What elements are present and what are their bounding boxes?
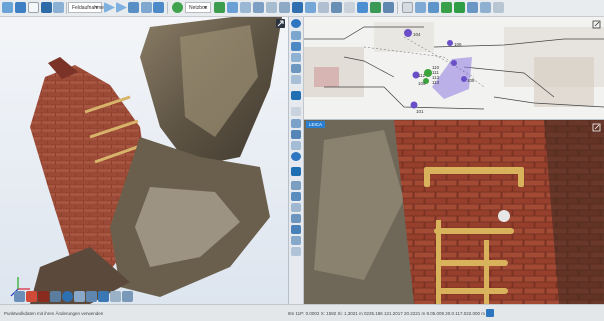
green-box-icon[interactable] bbox=[441, 2, 452, 13]
rotate-icon[interactable] bbox=[291, 42, 301, 51]
zoom-icon[interactable] bbox=[141, 2, 152, 13]
3d-point-cloud-render bbox=[10, 17, 282, 304]
settings-icon[interactable] bbox=[493, 2, 504, 13]
view-select[interactable]: Netzbox ▼ bbox=[185, 2, 211, 13]
cube-icon[interactable] bbox=[153, 2, 164, 13]
status-icon[interactable] bbox=[486, 309, 494, 317]
camera-icon[interactable] bbox=[357, 2, 368, 13]
fit-icon[interactable] bbox=[291, 75, 301, 84]
grid-toggle-icon[interactable] bbox=[74, 291, 85, 302]
green-tool-icon[interactable] bbox=[214, 2, 225, 13]
edit-icon[interactable] bbox=[291, 225, 301, 234]
active-tool-icon[interactable] bbox=[291, 91, 301, 100]
ruler-icon[interactable] bbox=[291, 247, 301, 256]
orbit-icon[interactable] bbox=[291, 152, 301, 161]
print-icon[interactable] bbox=[53, 2, 64, 13]
select-icon[interactable] bbox=[292, 2, 303, 13]
intensity-icon[interactable] bbox=[38, 291, 49, 302]
tree-icon[interactable] bbox=[370, 2, 381, 13]
home-view-icon[interactable] bbox=[122, 291, 133, 302]
map-label: 106 bbox=[454, 42, 462, 47]
zoom-out-icon[interactable] bbox=[291, 64, 301, 73]
compare-icon[interactable] bbox=[480, 2, 491, 13]
panorama-render bbox=[304, 120, 604, 304]
pin-icon[interactable] bbox=[291, 236, 301, 245]
vertical-tool-column bbox=[289, 17, 304, 304]
maximize-icon[interactable] bbox=[276, 19, 285, 28]
target-icon[interactable] bbox=[291, 181, 301, 190]
compass-icon[interactable] bbox=[98, 291, 109, 302]
grid-icon[interactable] bbox=[318, 2, 329, 13]
3d-point-cloud-view[interactable] bbox=[0, 17, 289, 304]
pan-icon[interactable] bbox=[291, 31, 301, 40]
globe-tool-icon[interactable] bbox=[291, 19, 301, 28]
floor-plan-view[interactable]: 104 106 110 111 112 113 113 105 108 101 bbox=[304, 17, 604, 120]
export-icon[interactable] bbox=[428, 2, 439, 13]
green-cube-icon[interactable] bbox=[454, 2, 465, 13]
polyline-icon[interactable] bbox=[253, 2, 264, 13]
new-file-icon[interactable] bbox=[2, 2, 13, 13]
cylinder-icon[interactable] bbox=[291, 214, 301, 223]
arrow-icon[interactable] bbox=[279, 2, 290, 13]
line-icon[interactable] bbox=[240, 2, 251, 13]
perspective-icon[interactable] bbox=[14, 291, 25, 302]
table-icon[interactable] bbox=[402, 2, 413, 13]
page-icon[interactable] bbox=[28, 2, 39, 13]
status-bar: Punktwolkdaten mit ihren Änderungen verw… bbox=[0, 304, 604, 321]
globe-icon[interactable] bbox=[172, 2, 183, 13]
view-tab-label[interactable]: LEICA bbox=[306, 121, 326, 128]
measure-tool-icon[interactable] bbox=[291, 119, 301, 128]
section-icon[interactable] bbox=[291, 130, 301, 139]
scan-panorama-view[interactable]: LEICA bbox=[304, 120, 604, 304]
play-icon[interactable] bbox=[104, 2, 115, 13]
save-view-icon[interactable] bbox=[331, 2, 342, 13]
sphere-icon[interactable] bbox=[62, 291, 73, 302]
layers-icon[interactable] bbox=[415, 2, 426, 13]
zoom-in-icon[interactable] bbox=[291, 53, 301, 62]
map-label: 104 bbox=[413, 32, 421, 37]
chevron-down-icon: ▼ bbox=[94, 5, 99, 11]
save-icon[interactable] bbox=[41, 2, 52, 13]
view-mode-toolbar bbox=[14, 291, 134, 302]
layer-select[interactable]: Feldaufnahme ▼ bbox=[68, 2, 104, 13]
map-label: 108 bbox=[467, 78, 475, 83]
plane-icon[interactable] bbox=[291, 203, 301, 212]
status-message: Punktwolkdaten mit ihren Änderungen verw… bbox=[4, 311, 104, 316]
angle-icon[interactable] bbox=[266, 2, 277, 13]
chevron-down-icon: ▼ bbox=[203, 5, 208, 11]
slice-icon[interactable] bbox=[291, 141, 301, 150]
measure-icon[interactable] bbox=[227, 2, 238, 13]
view-icon[interactable] bbox=[128, 2, 139, 13]
box-icon[interactable] bbox=[50, 291, 61, 302]
layer-select-value: Feldaufnahme bbox=[72, 5, 104, 11]
panel-icon[interactable] bbox=[467, 2, 478, 13]
map-label: 101 bbox=[416, 109, 424, 114]
map-label: 112 bbox=[418, 73, 426, 78]
map-label: 113 bbox=[432, 80, 440, 85]
draw-icon[interactable] bbox=[305, 2, 316, 13]
maximize-icon[interactable] bbox=[592, 123, 601, 132]
maximize-icon[interactable] bbox=[592, 20, 601, 29]
main-toolbar: Feldaufnahme ▼ Netzbox ▼ bbox=[0, 0, 604, 17]
list-icon[interactable] bbox=[383, 2, 394, 13]
walk-icon[interactable] bbox=[291, 167, 301, 176]
clip-icon[interactable] bbox=[86, 291, 97, 302]
light-icon[interactable] bbox=[110, 291, 121, 302]
color-mode-icon[interactable] bbox=[26, 291, 37, 302]
coordinate-readout: 8m 11P: 0.0002 X: 1582 Xi: 1,3021 m 0235… bbox=[288, 311, 485, 316]
text-icon[interactable] bbox=[344, 2, 355, 13]
point-icon[interactable] bbox=[291, 192, 301, 201]
floor-plan-render: 104 106 110 111 112 113 113 105 108 101 bbox=[304, 17, 604, 119]
map-label: 105 bbox=[418, 81, 426, 86]
next-icon[interactable] bbox=[116, 2, 127, 13]
divider-icon bbox=[291, 107, 301, 116]
open-file-icon[interactable] bbox=[15, 2, 26, 13]
